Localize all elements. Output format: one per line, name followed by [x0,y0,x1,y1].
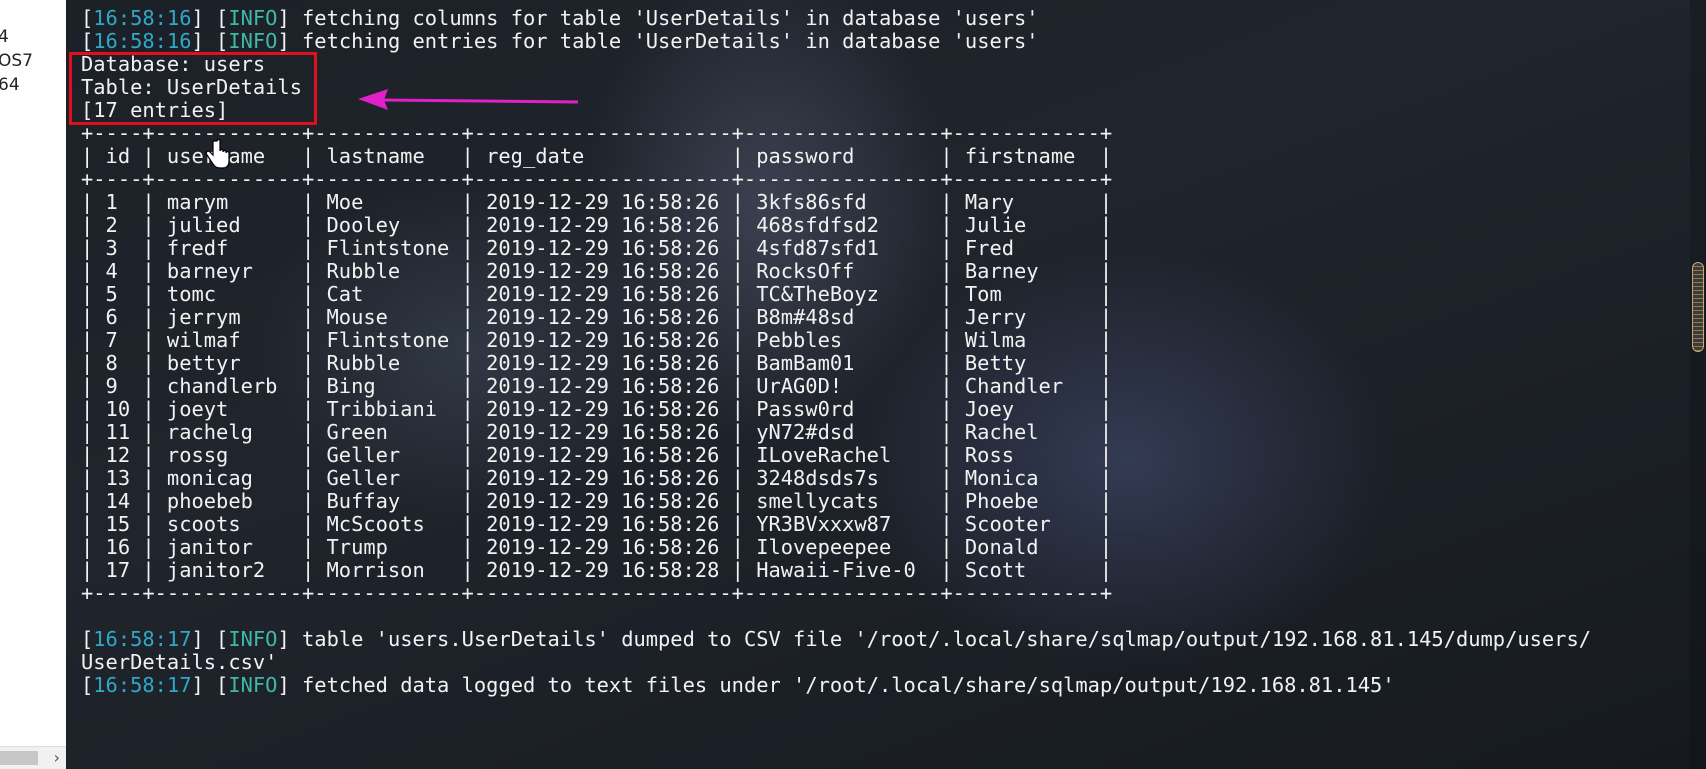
table-row: | 13 | monicag | Geller | 2019-12-29 16:… [81,466,1113,490]
log-message: table 'users.UserDetails' dumped to CSV … [289,627,1592,651]
scrollbar-thumb[interactable] [0,751,38,765]
table-row: | 5 | tomc | Cat | 2019-12-29 16:58:26 |… [81,282,1113,306]
log-level: INFO [228,6,278,30]
table-row: | 14 | phoebeb | Buffay | 2019-12-29 16:… [81,489,1113,513]
log-line-continuation: UserDetails.csv' [81,650,278,674]
table-row: | 4 | barneyr | Rubble | 2019-12-29 16:5… [81,259,1113,283]
table-row: | 3 | fredf | Flintstone | 2019-12-29 16… [81,236,1113,260]
log-timestamp: 16:58:16 [93,6,192,30]
table-row: | 11 | rachelg | Green | 2019-12-29 16:5… [81,420,1113,444]
table-row: | 8 | bettyr | Rubble | 2019-12-29 16:58… [81,351,1113,375]
table-row: | 6 | jerrym | Mouse | 2019-12-29 16:58:… [81,305,1113,329]
table-border-top: +----+------------+------------+--------… [81,121,1113,145]
log-message: fetched data logged to text files under … [289,673,1395,697]
log-level: INFO [228,29,278,53]
log-line: [16:58:16] [INFO] fetching columns for t… [81,6,1039,30]
log-message: fetching columns for table 'UserDetails'… [289,6,1039,30]
log-timestamp: 16:58:16 [93,29,192,53]
log-line: [16:58:17] [INFO] table 'users.UserDetai… [81,627,1592,651]
log-message: fetching entries for table 'UserDetails'… [289,29,1039,53]
left-fragment-2: OS7 [0,51,33,71]
horizontal-scrollbar[interactable]: › [0,746,66,769]
table-row: | 1 | marym | Moe | 2019-12-29 16:58:26 … [81,190,1113,214]
chevron-right-icon[interactable]: › [54,748,60,767]
log-level: INFO [228,673,278,697]
log-level: INFO [228,627,278,651]
table-header-row: | id | username | lastname | reg_date | … [81,144,1113,168]
log-line: [16:58:16] [INFO] fetching entries for t… [81,29,1039,53]
table-border-bottom: +----+------------+------------+--------… [81,581,1113,605]
table-row: | 9 | chandlerb | Bing | 2019-12-29 16:5… [81,374,1113,398]
table-row: | 15 | scoots | McScoots | 2019-12-29 16… [81,512,1113,536]
magenta-arrow-icon [358,89,579,110]
table-row: | 17 | janitor2 | Morrison | 2019-12-29 … [81,558,1113,582]
table-row: | 7 | wilmaf | Flintstone | 2019-12-29 1… [81,328,1113,352]
table-row: | 2 | julied | Dooley | 2019-12-29 16:58… [81,213,1113,237]
scrollbar-thumb[interactable] [1692,262,1704,352]
table-row: | 16 | janitor | Trump | 2019-12-29 16:5… [81,535,1113,559]
log-timestamp: 16:58:17 [93,673,192,697]
table-border-mid: +----+------------+------------+--------… [81,167,1113,191]
log-timestamp: 16:58:17 [93,627,192,651]
table-row: | 12 | rossg | Geller | 2019-12-29 16:58… [81,443,1113,467]
log-line: [16:58:17] [INFO] fetched data logged to… [81,673,1395,697]
left-window-strip: 4 OS7 64 › [0,0,67,769]
mouse-cursor-icon [205,139,230,169]
annotation-highlight-box [69,52,317,125]
vertical-scrollbar[interactable] [1690,0,1706,769]
table-row: | 10 | joeyt | Tribbiani | 2019-12-29 16… [81,397,1113,421]
left-fragment-1: 4 [0,27,9,47]
left-fragment-3: 64 [0,75,20,95]
